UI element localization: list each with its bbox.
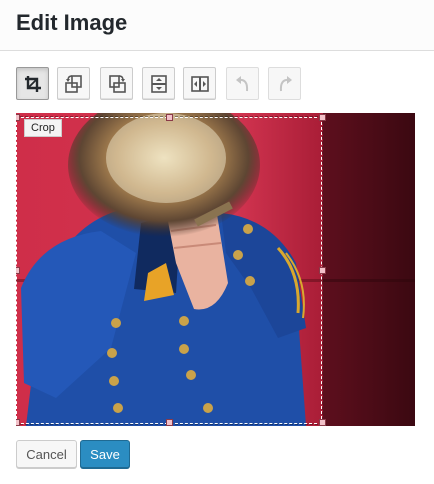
crop-excluded-area [323,113,415,426]
flip-horizontal-icon [190,74,210,94]
crop-label: Crop [24,119,62,137]
crop-handle-top[interactable] [166,114,173,121]
crop-handle-top-left[interactable] [16,114,20,121]
crop-button[interactable] [16,67,49,100]
rotate-right-icon [107,74,127,94]
redo-icon [276,75,294,93]
crop-handle-left[interactable] [16,267,20,274]
save-button[interactable]: Save [80,440,130,468]
undo-icon [234,75,252,93]
rotate-left-icon [64,74,84,94]
crop-icon [24,75,42,93]
crop-handle-bottom[interactable] [166,419,173,426]
crop-handle-top-right[interactable] [319,114,326,121]
flip-vertical-button[interactable] [142,67,175,100]
flip-vertical-icon [149,74,169,94]
rotate-right-button[interactable] [100,67,133,100]
crop-handle-bottom-right[interactable] [319,419,326,426]
image-crop-stage[interactable]: Crop [16,113,415,426]
flip-horizontal-button[interactable] [183,67,216,100]
redo-button[interactable] [268,67,301,100]
undo-button[interactable] [226,67,259,100]
cancel-button[interactable]: Cancel [16,440,77,468]
crop-handle-right[interactable] [319,267,326,274]
rotate-left-button[interactable] [57,67,90,100]
crop-selection[interactable]: Crop [16,116,323,425]
dialog-title: Edit Image [16,10,128,35]
dialog-header: Edit Image [0,0,434,51]
crop-handle-bottom-left[interactable] [16,419,20,426]
